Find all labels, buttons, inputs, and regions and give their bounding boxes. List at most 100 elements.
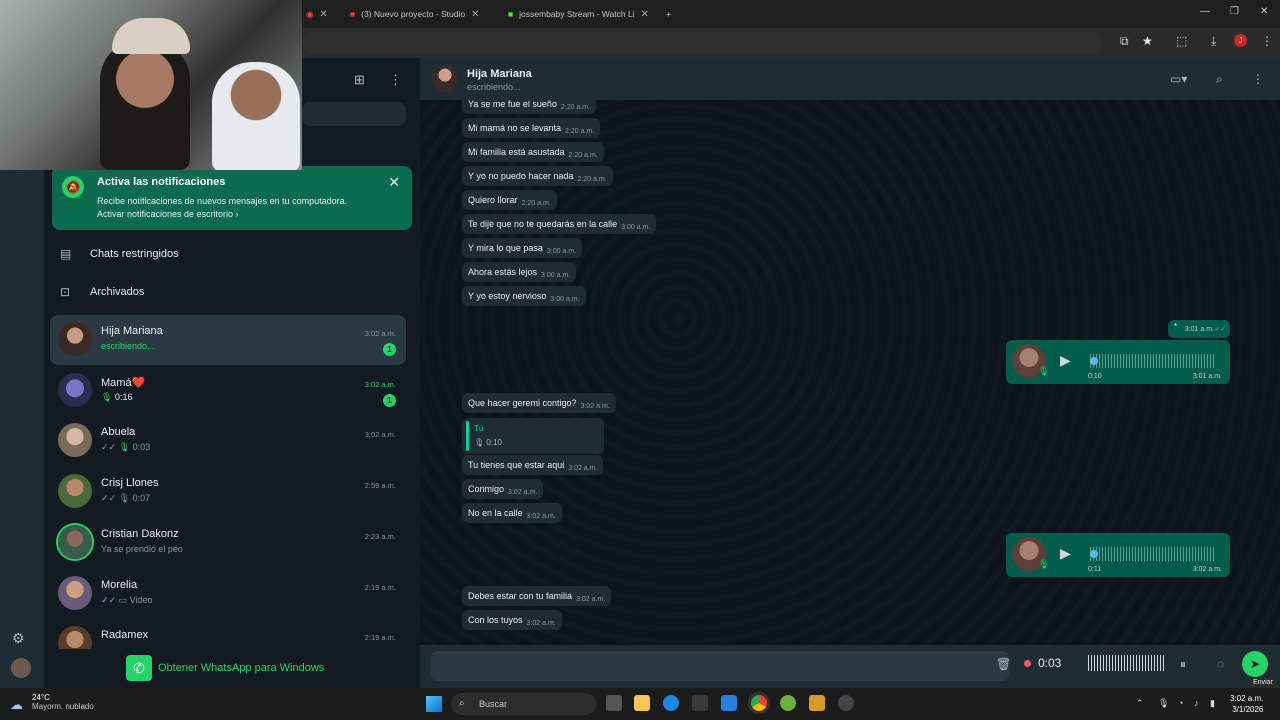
message-text: Y mira lo que pasa — [468, 243, 543, 253]
minimize-icon[interactable]: — — [1200, 6, 1210, 17]
close-icon[interactable]: ✕ — [641, 9, 649, 20]
file-explorer-icon[interactable] — [634, 695, 650, 711]
pause-icon[interactable]: ⏸ — [1180, 657, 1186, 672]
chat-menu-icon[interactable]: ⋮ — [1252, 72, 1264, 86]
address-bar[interactable] — [302, 32, 1102, 54]
app-icon[interactable] — [809, 695, 825, 711]
new-chat-icon[interactable]: ⊞ — [354, 72, 365, 88]
close-icon[interactable]: ✕ — [319, 9, 327, 20]
window-close-icon[interactable]: ✕ — [1260, 6, 1268, 17]
menu-icon[interactable]: ⋮ — [1261, 34, 1273, 48]
battery-icon[interactable]: ▮ — [1210, 698, 1215, 709]
incoming-message[interactable]: Ya se me fue el sueño 2:20 a.m. — [462, 94, 597, 114]
archived-chats[interactable]: ⊡ Archivados — [60, 274, 144, 310]
view-once-icon[interactable]: ◌ — [1217, 657, 1224, 671]
taskbar-clock[interactable]: 3:02 a.m. 3/1/2026 — [1230, 693, 1263, 715]
incoming-message[interactable]: No en la calle 3:02 a.m. — [462, 503, 562, 523]
incoming-message[interactable]: Tu tienes que estar aqui 3:02 a.m. — [462, 455, 604, 475]
tray-expand-icon[interactable]: ⌃ — [1136, 698, 1144, 709]
wifi-icon[interactable]: ◔ — [1178, 698, 1183, 708]
sidebar-menu-icon[interactable]: ⋮ — [389, 72, 402, 88]
tab-studio[interactable]: ■ (3) Nuevo proyecto - Studio ✕ — [350, 4, 500, 24]
edge-icon[interactable] — [663, 695, 679, 711]
incoming-message[interactable]: Y yo estoy nervioso 3:00 a.m. — [462, 286, 586, 306]
maximize-icon[interactable]: ❐ — [1230, 6, 1239, 17]
voice-message[interactable]: 🎙 ▶ 0:10 3:01 a.m. — [1006, 340, 1230, 384]
download-icon[interactable]: ⤓ — [1211, 34, 1216, 49]
incoming-message[interactable]: Conmigo 3:02 a.m. — [462, 479, 544, 499]
close-icon[interactable]: ✕ — [471, 9, 479, 20]
message-text: Quiero llorar — [468, 195, 518, 205]
chat-item-hija-mariana[interactable]: Hija Mariana escribiendo... 3:02 a.m. 1 — [50, 315, 406, 365]
mic-icon[interactable]: 🎙 — [1158, 698, 1169, 709]
message-text: Ya se me fue el sueño — [468, 99, 557, 109]
utorrent-icon[interactable] — [780, 695, 796, 711]
incoming-message[interactable]: Y mira lo que pasa 3:00 a.m. — [462, 238, 583, 258]
chat-item-mama[interactable]: Mamá❤️ 🎙 0:16 3:02 a.m. 1 — [50, 366, 406, 416]
incoming-message[interactable]: Ahora estás lejos 3:00 a.m. — [462, 262, 577, 282]
clock-date: 3/1/2026 — [1232, 705, 1264, 714]
play-icon[interactable]: ▶ — [1060, 545, 1071, 562]
incoming-message[interactable]: Y yo no puedo hacer nada 2:20 a.m. — [462, 166, 613, 186]
chrome-icon[interactable] — [751, 695, 767, 711]
settings-icon[interactable]: ⚙ — [12, 630, 25, 647]
avatar[interactable] — [432, 66, 458, 92]
send-button[interactable]: ➤ — [1242, 651, 1268, 677]
video-call-icon[interactable]: ▭▾ — [1170, 72, 1187, 86]
get-whatsapp-windows-link[interactable]: ✆ Obtener WhatsApp para Windows — [126, 655, 324, 681]
waveform[interactable] — [1090, 354, 1216, 368]
double-check-icon: ✓✓ — [101, 595, 117, 605]
windows-start-icon[interactable] — [426, 696, 442, 712]
chat-item-crisj-llones[interactable]: Crisj Llones ✓✓ 🎙 0:07 2:59 a.m. — [50, 467, 406, 517]
volume-icon[interactable]: ♪ — [1194, 698, 1199, 708]
playhead[interactable] — [1090, 357, 1098, 365]
quoted-voice-message[interactable]: Tú 🎙 0:10 — [462, 418, 604, 454]
outlook-icon[interactable] — [721, 695, 737, 711]
new-tab-button[interactable]: + — [666, 4, 671, 24]
incoming-message[interactable]: Mi mamá no se levanta 2:20 a.m. — [462, 118, 601, 138]
weather-widget[interactable]: ☁ 24°C Mayorm. nublado — [10, 693, 94, 712]
guest-figure — [212, 62, 300, 170]
incoming-message[interactable]: Que hacer geremi contigo? 3:02 a.m. — [462, 393, 616, 413]
waveform[interactable] — [1090, 547, 1216, 561]
enable-notifications-link[interactable]: Activar notificaciones de escritorio › — [97, 209, 239, 219]
tab-stream[interactable]: ■ jossembaby Stream - Watch Li ✕ — [508, 4, 658, 24]
chat-preview: Ya se prendió el peo — [101, 544, 183, 554]
cast-icon[interactable]: ⧉ — [1120, 34, 1129, 49]
chat-item-morelia[interactable]: Morelia ✓✓ ▭ Video 2:19 a.m. — [50, 569, 406, 619]
incoming-message[interactable]: Debes estar con tu familia 3:02 a.m. — [462, 586, 612, 606]
chat-item-cristian-dakonz[interactable]: Cristian Dakonz Ya se prendió el peo 2:2… — [50, 518, 406, 568]
notification-banner: 🔕 Activa las notificaciones Recibe notif… — [52, 166, 412, 230]
star-icon[interactable]: ★ — [1142, 34, 1153, 48]
obs-icon[interactable] — [838, 695, 854, 711]
voice-message[interactable]: 🎙 ▶ 0:11 3:02 a.m. — [1006, 533, 1230, 577]
chat-item-radamex[interactable]: Radamex 2:19 a.m. — [50, 619, 406, 649]
task-view-icon[interactable] — [606, 695, 622, 711]
extensions-icon[interactable]: ⬚ — [1176, 34, 1187, 48]
taskbar-search[interactable]: ⌕ Buscar — [451, 693, 596, 715]
delete-icon[interactable]: 🗑 — [996, 657, 1011, 671]
store-icon[interactable] — [692, 695, 708, 711]
incoming-message[interactable]: Mi familia está asustada 2:20 a.m. — [462, 142, 604, 162]
outgoing-message[interactable]: * 3:01 a.m. ✓✓ — [1168, 320, 1230, 338]
weather-desc: Mayorm. nublado — [32, 702, 94, 711]
recording-time: 0:03 — [1038, 656, 1062, 670]
search-icon[interactable]: ⌕ — [1216, 72, 1223, 87]
play-icon[interactable]: ▶ — [1060, 352, 1071, 369]
search-input[interactable] — [302, 102, 406, 126]
close-icon[interactable]: ✕ — [388, 174, 400, 191]
message-text: Ahora estás lejos — [468, 267, 538, 277]
tab-active[interactable]: ◉ ✕ — [306, 4, 336, 24]
incoming-message[interactable]: Con los tuyos 3:02 a.m. — [462, 610, 562, 630]
profile-icon[interactable]: J — [1234, 34, 1247, 47]
playhead[interactable] — [1090, 550, 1098, 558]
restricted-chats[interactable]: ▤ Chats restringidos — [60, 236, 179, 272]
chat-name: Morelia — [101, 579, 138, 591]
incoming-message[interactable]: Quiero llorar 2:20 a.m. — [462, 190, 557, 210]
message-text: No en la calle — [468, 508, 523, 518]
chat-item-abuela[interactable]: Abuela ✓✓ 🎙 0:03 3:02 a.m. — [50, 416, 406, 466]
message-input[interactable] — [430, 651, 1010, 681]
incoming-message[interactable]: Te dije que no te quedarás en la calle 3:… — [462, 214, 657, 234]
avatar[interactable] — [11, 658, 31, 678]
message-text: Mi familia está asustada — [468, 147, 565, 157]
